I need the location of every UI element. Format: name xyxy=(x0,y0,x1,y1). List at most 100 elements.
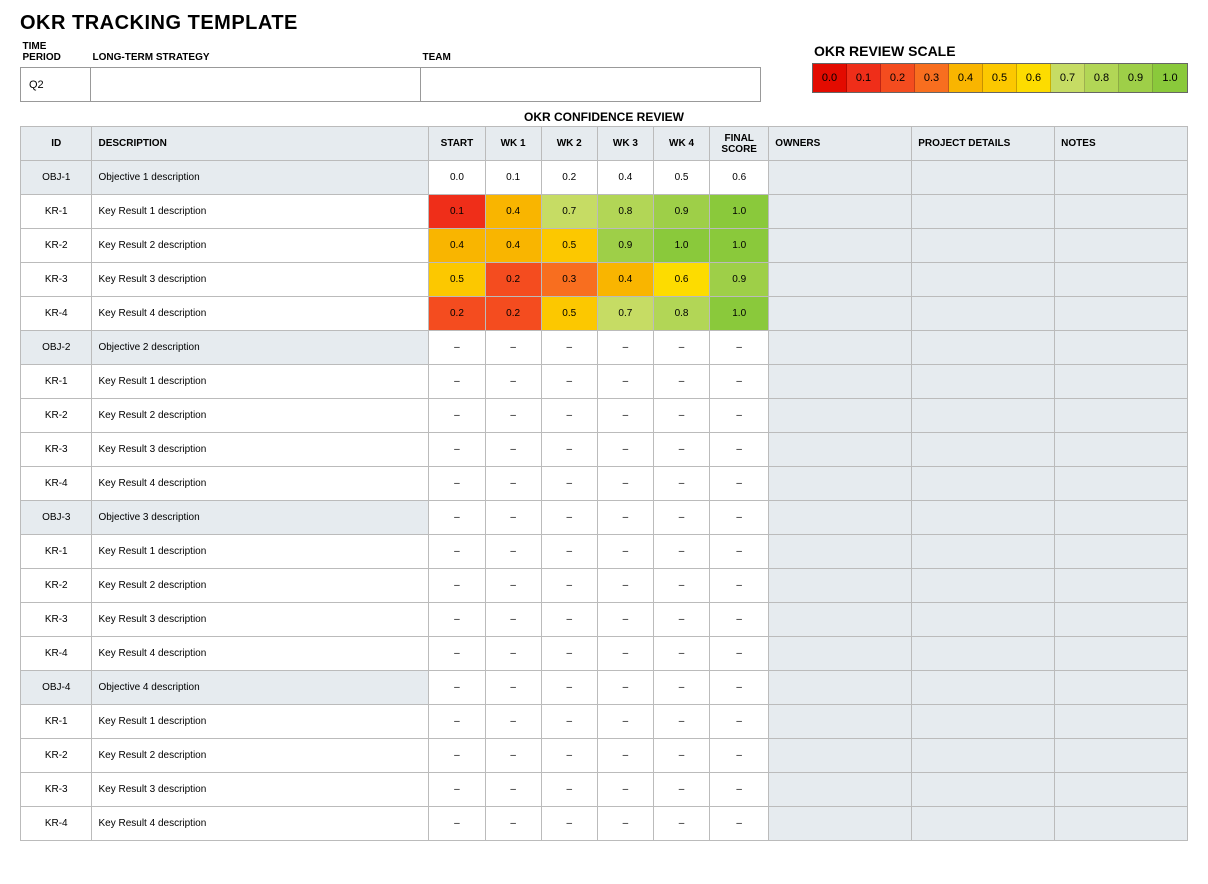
score-cell[interactable]: – xyxy=(597,331,653,365)
score-cell[interactable]: – xyxy=(710,671,769,705)
score-cell[interactable]: – xyxy=(653,739,709,773)
score-cell[interactable]: – xyxy=(429,399,485,433)
row-description[interactable]: Objective 4 description xyxy=(92,671,429,705)
score-cell[interactable]: – xyxy=(653,603,709,637)
row-description[interactable]: Key Result 2 description xyxy=(92,399,429,433)
score-cell[interactable]: – xyxy=(541,365,597,399)
score-cell[interactable]: – xyxy=(485,399,541,433)
row-notes[interactable] xyxy=(1055,467,1188,501)
score-cell[interactable]: – xyxy=(710,705,769,739)
score-cell[interactable]: 0.4 xyxy=(485,229,541,263)
row-project[interactable] xyxy=(912,637,1055,671)
row-project[interactable] xyxy=(912,569,1055,603)
score-cell[interactable]: – xyxy=(597,807,653,841)
score-cell[interactable]: – xyxy=(597,535,653,569)
row-notes[interactable] xyxy=(1055,331,1188,365)
score-cell[interactable]: – xyxy=(597,603,653,637)
score-cell[interactable]: – xyxy=(597,739,653,773)
row-owners[interactable] xyxy=(769,365,912,399)
row-notes[interactable] xyxy=(1055,807,1188,841)
score-cell[interactable]: – xyxy=(710,637,769,671)
score-cell[interactable]: – xyxy=(429,467,485,501)
row-description[interactable]: Objective 1 description xyxy=(92,161,429,195)
score-cell[interactable]: – xyxy=(429,807,485,841)
score-cell[interactable]: – xyxy=(541,671,597,705)
score-cell[interactable]: – xyxy=(710,569,769,603)
row-description[interactable]: Key Result 2 description xyxy=(92,739,429,773)
score-cell[interactable]: – xyxy=(710,807,769,841)
score-cell[interactable]: 1.0 xyxy=(710,297,769,331)
row-owners[interactable] xyxy=(769,671,912,705)
row-project[interactable] xyxy=(912,195,1055,229)
score-cell[interactable]: – xyxy=(541,535,597,569)
score-cell[interactable]: – xyxy=(485,331,541,365)
row-project[interactable] xyxy=(912,501,1055,535)
score-cell[interactable]: 0.1 xyxy=(429,195,485,229)
score-cell[interactable]: – xyxy=(485,739,541,773)
score-cell[interactable]: 1.0 xyxy=(710,229,769,263)
score-cell[interactable]: 1.0 xyxy=(710,195,769,229)
score-cell[interactable]: – xyxy=(541,705,597,739)
score-cell[interactable]: 0.1 xyxy=(485,161,541,195)
row-description[interactable]: Objective 2 description xyxy=(92,331,429,365)
row-owners[interactable] xyxy=(769,161,912,195)
row-description[interactable]: Key Result 4 description xyxy=(92,467,429,501)
row-notes[interactable] xyxy=(1055,705,1188,739)
score-cell[interactable]: – xyxy=(597,773,653,807)
score-cell[interactable]: 0.5 xyxy=(541,229,597,263)
row-description[interactable]: Key Result 1 description xyxy=(92,535,429,569)
row-owners[interactable] xyxy=(769,739,912,773)
row-notes[interactable] xyxy=(1055,637,1188,671)
row-description[interactable]: Key Result 2 description xyxy=(92,229,429,263)
row-notes[interactable] xyxy=(1055,501,1188,535)
score-cell[interactable]: – xyxy=(653,773,709,807)
score-cell[interactable]: – xyxy=(541,501,597,535)
row-owners[interactable] xyxy=(769,705,912,739)
score-cell[interactable]: – xyxy=(597,365,653,399)
row-description[interactable]: Key Result 3 description xyxy=(92,603,429,637)
score-cell[interactable]: – xyxy=(485,365,541,399)
score-cell[interactable]: – xyxy=(653,433,709,467)
score-cell[interactable]: 0.9 xyxy=(597,229,653,263)
score-cell[interactable]: – xyxy=(485,773,541,807)
score-cell[interactable]: – xyxy=(653,399,709,433)
score-cell[interactable]: – xyxy=(429,705,485,739)
row-description[interactable]: Key Result 2 description xyxy=(92,569,429,603)
row-notes[interactable] xyxy=(1055,671,1188,705)
row-owners[interactable] xyxy=(769,433,912,467)
score-cell[interactable]: 0.4 xyxy=(485,195,541,229)
score-cell[interactable]: – xyxy=(485,501,541,535)
score-cell[interactable]: – xyxy=(710,331,769,365)
score-cell[interactable]: – xyxy=(485,705,541,739)
meta-time-value[interactable]: Q2 xyxy=(21,68,91,102)
row-notes[interactable] xyxy=(1055,263,1188,297)
score-cell[interactable]: – xyxy=(541,331,597,365)
score-cell[interactable]: – xyxy=(429,501,485,535)
score-cell[interactable]: – xyxy=(541,773,597,807)
row-project[interactable] xyxy=(912,297,1055,331)
row-project[interactable] xyxy=(912,467,1055,501)
row-notes[interactable] xyxy=(1055,569,1188,603)
row-description[interactable]: Objective 3 description xyxy=(92,501,429,535)
score-cell[interactable]: – xyxy=(597,399,653,433)
score-cell[interactable]: – xyxy=(653,807,709,841)
score-cell[interactable]: 0.9 xyxy=(653,195,709,229)
row-description[interactable]: Key Result 1 description xyxy=(92,365,429,399)
row-owners[interactable] xyxy=(769,535,912,569)
score-cell[interactable]: 0.2 xyxy=(429,297,485,331)
score-cell[interactable]: – xyxy=(710,433,769,467)
score-cell[interactable]: – xyxy=(710,739,769,773)
score-cell[interactable]: – xyxy=(653,501,709,535)
score-cell[interactable]: 0.5 xyxy=(429,263,485,297)
score-cell[interactable]: 0.7 xyxy=(541,195,597,229)
row-project[interactable] xyxy=(912,671,1055,705)
score-cell[interactable]: – xyxy=(485,603,541,637)
row-owners[interactable] xyxy=(769,399,912,433)
score-cell[interactable]: 0.4 xyxy=(597,263,653,297)
row-description[interactable]: Key Result 4 description xyxy=(92,637,429,671)
score-cell[interactable]: 0.0 xyxy=(429,161,485,195)
score-cell[interactable]: – xyxy=(597,705,653,739)
score-cell[interactable]: – xyxy=(710,365,769,399)
row-project[interactable] xyxy=(912,229,1055,263)
score-cell[interactable]: – xyxy=(541,467,597,501)
